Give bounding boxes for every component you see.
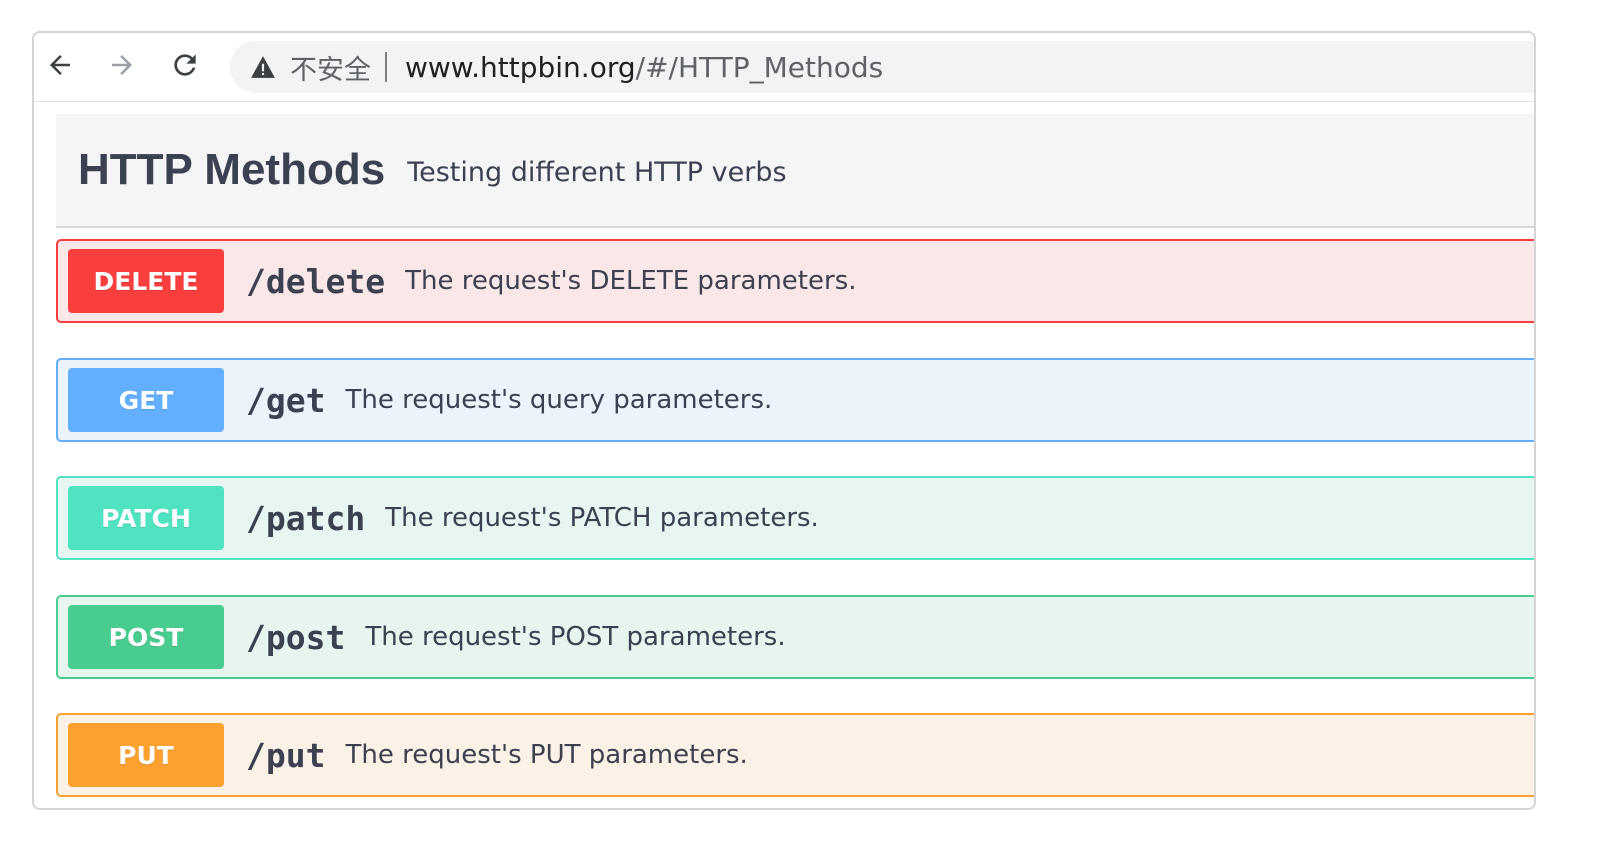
operation-path: /put <box>246 735 326 775</box>
security-status-label[interactable]: 不安全 <box>290 48 371 87</box>
opblock-get[interactable]: GET /get The request's query parameters. <box>56 358 1534 442</box>
warning-triangle-icon[interactable] <box>250 54 276 80</box>
reload-icon[interactable] <box>167 47 203 83</box>
operation-path: /post <box>246 617 346 657</box>
url-text[interactable]: www.httpbin.org/#/HTTP_Methods <box>405 51 883 84</box>
method-badge-put: PUT <box>68 723 224 787</box>
omnibox-divider <box>385 52 387 82</box>
swagger-page: HTTP Methods Testing different HTTP verb… <box>34 102 1534 808</box>
operation-path: /delete <box>246 261 386 301</box>
url-path: /#/HTTP_Methods <box>635 50 884 84</box>
opblock-put[interactable]: PUT /put The request's PUT parameters. <box>56 713 1534 797</box>
opblock-delete[interactable]: DELETE /delete The request's DELETE para… <box>56 239 1534 323</box>
operation-summary: The request's DELETE parameters. <box>405 266 857 296</box>
operation-summary: The request's PUT parameters. <box>345 740 748 770</box>
opblock-post[interactable]: POST /post The request's POST parameters… <box>56 595 1534 679</box>
arrow-right-icon[interactable] <box>104 47 140 83</box>
method-badge-post: POST <box>68 605 224 669</box>
browser-toolbar: 不安全 www.httpbin.org/#/HTTP_Methods <box>34 33 1534 102</box>
method-badge-patch: PATCH <box>68 486 224 550</box>
tag-header-http-methods[interactable]: HTTP Methods Testing different HTTP verb… <box>56 114 1534 228</box>
browser-window: 不安全 www.httpbin.org/#/HTTP_Methods HTTP … <box>32 31 1536 810</box>
operation-summary: The request's POST parameters. <box>365 622 786 652</box>
tag-title: HTTP Methods <box>78 145 386 194</box>
address-bar[interactable]: 不安全 www.httpbin.org/#/HTTP_Methods <box>230 41 1534 93</box>
arrow-left-icon[interactable] <box>42 47 78 83</box>
operation-summary: The request's PATCH parameters. <box>385 503 819 533</box>
operation-path: /patch <box>246 498 366 538</box>
tag-description: Testing different HTTP verbs <box>407 156 787 188</box>
opblock-patch[interactable]: PATCH /patch The request's PATCH paramet… <box>56 476 1534 560</box>
operation-summary: The request's query parameters. <box>345 385 773 415</box>
method-badge-delete: DELETE <box>68 249 224 313</box>
operation-path: /get <box>246 380 326 420</box>
method-badge-get: GET <box>68 368 224 432</box>
url-host: www.httpbin.org <box>405 50 636 84</box>
